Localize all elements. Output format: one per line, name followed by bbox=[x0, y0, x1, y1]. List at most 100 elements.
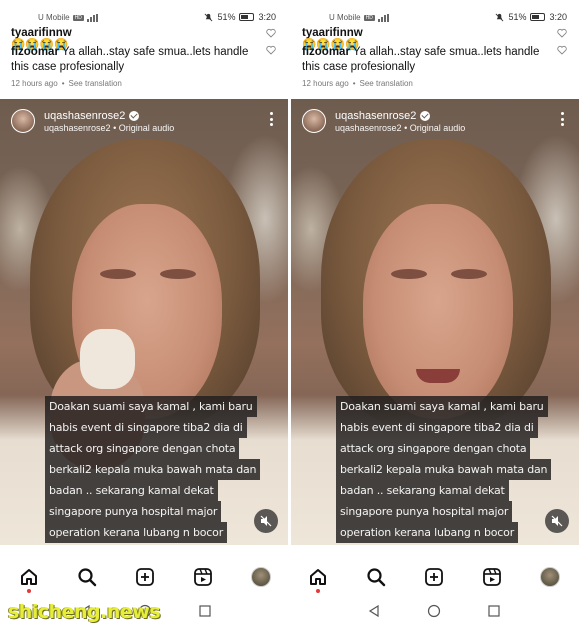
person-face bbox=[363, 204, 513, 419]
carrier-info: U Mobile HD bbox=[329, 13, 392, 22]
reels-icon bbox=[194, 568, 212, 586]
caption-line: singapore punya hospital major bbox=[336, 501, 513, 522]
battery-percent: 51% bbox=[508, 12, 527, 22]
search-icon bbox=[78, 568, 97, 587]
heart-icon[interactable] bbox=[557, 45, 567, 55]
network-tag: HD bbox=[363, 14, 375, 21]
caption-line: operation kerana lubang n bocor bbox=[45, 522, 228, 543]
recents-icon[interactable] bbox=[198, 604, 212, 618]
more-options-icon[interactable] bbox=[270, 112, 274, 126]
tissue bbox=[80, 329, 135, 389]
verified-icon bbox=[129, 110, 140, 121]
nav-home[interactable] bbox=[18, 566, 40, 588]
poster-avatar[interactable] bbox=[11, 109, 35, 133]
bottom-nav bbox=[291, 548, 579, 598]
status-bar: U Mobile HD 51% 3:20 bbox=[0, 11, 288, 25]
reels-icon bbox=[483, 568, 501, 586]
poster-avatar[interactable] bbox=[302, 109, 326, 133]
home-icon bbox=[21, 569, 37, 585]
caption-line: badan .. sekarang kamal dekat bbox=[45, 480, 218, 501]
heart-icon[interactable] bbox=[557, 28, 567, 38]
poster-subtitle[interactable]: uqashasenrose2 bbox=[44, 123, 111, 133]
caption-line: singapore punya hospital major bbox=[45, 501, 222, 522]
caption-line: Doakan suami saya kamal , kami baru bbox=[45, 396, 257, 417]
poster-username[interactable]: uqashasenrose2 bbox=[335, 110, 416, 122]
status-bar: U Mobile HD 51% 3:20 bbox=[291, 11, 579, 25]
notification-dot bbox=[27, 589, 31, 593]
screenshot-panel-left: U Mobile HD 51% 3:20 tyaarifinnw 😭😭😭😭 fi… bbox=[0, 0, 288, 628]
comment-2: fizoomar Ya allah..stay safe smua..lets … bbox=[302, 45, 569, 75]
avatar bbox=[251, 567, 271, 587]
signal-icon bbox=[86, 13, 98, 22]
reel-video[interactable]: uqashasenrose2 uqashasenrose2 • Original… bbox=[0, 99, 288, 545]
caption-line: habis event di singapore tiba2 dia di bbox=[336, 417, 538, 438]
notification-dot bbox=[316, 589, 320, 593]
poster-subtitle[interactable]: uqashasenrose2 bbox=[335, 123, 402, 133]
nav-create[interactable] bbox=[134, 566, 156, 588]
mute-bell-icon bbox=[496, 13, 504, 21]
screenshot-panel-right: U Mobile HD 51% 3:20 tyaarifinnw 😭😭😭😭 fi… bbox=[291, 0, 579, 628]
speaker-muted-icon bbox=[260, 515, 272, 527]
caption-line: badan .. sekarang kamal dekat bbox=[336, 480, 509, 501]
search-icon bbox=[367, 568, 386, 587]
comment-username[interactable]: fizoomar bbox=[11, 46, 59, 58]
home-icon bbox=[310, 569, 326, 585]
battery-icon bbox=[530, 13, 546, 21]
carrier-name: U Mobile bbox=[329, 13, 361, 22]
nav-profile[interactable] bbox=[250, 566, 272, 588]
mute-button[interactable] bbox=[254, 509, 278, 533]
home-button-icon[interactable] bbox=[427, 604, 441, 618]
back-icon[interactable] bbox=[367, 604, 381, 618]
mute-button[interactable] bbox=[545, 509, 569, 533]
plus-square-icon bbox=[136, 568, 154, 586]
system-nav-bar bbox=[291, 598, 579, 628]
post-header: uqashasenrose2 uqashasenrose2 • Original… bbox=[11, 109, 174, 133]
mute-bell-icon bbox=[205, 13, 213, 21]
verified-icon bbox=[420, 110, 431, 121]
nav-reels[interactable] bbox=[481, 566, 503, 588]
speaker-muted-icon bbox=[551, 515, 563, 527]
comment-time: 12 hours ago bbox=[302, 79, 349, 88]
original-audio-link[interactable]: Original audio bbox=[119, 123, 175, 133]
nav-profile[interactable] bbox=[539, 566, 561, 588]
bottom-nav bbox=[0, 548, 288, 598]
heart-icon[interactable] bbox=[266, 28, 276, 38]
avatar bbox=[540, 567, 560, 587]
reel-video[interactable]: uqashasenrose2 uqashasenrose2 • Original… bbox=[291, 99, 579, 545]
nav-home[interactable] bbox=[307, 566, 329, 588]
comment-2: fizoomar Ya allah..stay safe smua..lets … bbox=[11, 45, 278, 75]
battery-percent: 51% bbox=[217, 12, 236, 22]
comment-meta: 12 hours ago • See translation bbox=[302, 79, 413, 88]
poster-username[interactable]: uqashasenrose2 bbox=[44, 110, 125, 122]
more-options-icon[interactable] bbox=[561, 112, 565, 126]
recents-icon[interactable] bbox=[487, 604, 501, 618]
see-translation-link[interactable]: See translation bbox=[69, 79, 122, 88]
network-tag: HD bbox=[72, 14, 84, 21]
video-caption: Doakan suami saya kamal , kami baru habi… bbox=[336, 396, 552, 543]
comment-username[interactable]: fizoomar bbox=[302, 46, 350, 58]
caption-line: berkali2 kepala muka bawah mata dan bbox=[45, 459, 261, 480]
plus-square-icon bbox=[425, 568, 443, 586]
caption-line: Doakan suami saya kamal , kami baru bbox=[336, 396, 548, 417]
comment-meta: 12 hours ago • See translation bbox=[11, 79, 122, 88]
watermark-text: shicheng.news bbox=[8, 601, 161, 623]
nav-search[interactable] bbox=[76, 566, 98, 588]
nav-create[interactable] bbox=[423, 566, 445, 588]
post-header: uqashasenrose2 uqashasenrose2 • Original… bbox=[302, 109, 465, 133]
battery-icon bbox=[239, 13, 255, 21]
carrier-name: U Mobile bbox=[38, 13, 70, 22]
signal-icon bbox=[377, 13, 389, 22]
caption-line: habis event di singapore tiba2 dia di bbox=[45, 417, 247, 438]
heart-icon[interactable] bbox=[266, 45, 276, 55]
caption-line: operation kerana lubang n bocor bbox=[336, 522, 519, 543]
comment-time: 12 hours ago bbox=[11, 79, 58, 88]
caption-line: attack org singapore dengan chota bbox=[336, 438, 531, 459]
nav-search[interactable] bbox=[365, 566, 387, 588]
carrier-info: U Mobile HD bbox=[38, 13, 101, 22]
see-translation-link[interactable]: See translation bbox=[360, 79, 413, 88]
clock: 3:20 bbox=[549, 12, 567, 22]
clock: 3:20 bbox=[258, 12, 276, 22]
original-audio-link[interactable]: Original audio bbox=[410, 123, 466, 133]
caption-line: berkali2 kepala muka bawah mata dan bbox=[336, 459, 552, 480]
nav-reels[interactable] bbox=[192, 566, 214, 588]
